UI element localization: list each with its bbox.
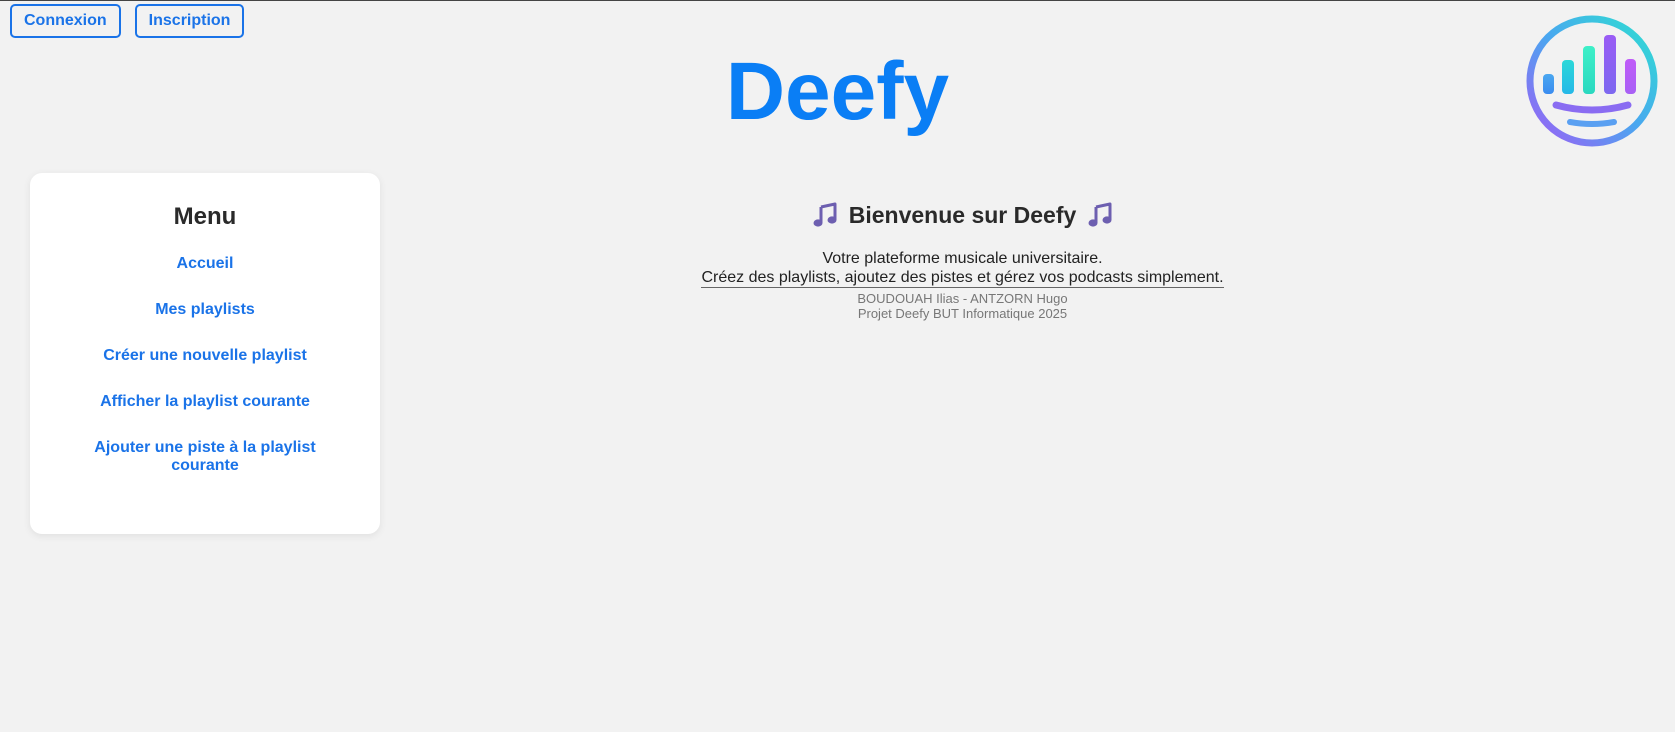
music-note-icon <box>1088 202 1112 227</box>
signup-button[interactable]: Inscription <box>134 4 245 38</box>
menu-link-accueil[interactable]: Accueil <box>177 255 234 272</box>
menu-link-creer-playlist[interactable]: Créer une nouvelle playlist <box>103 347 307 364</box>
menu-link-afficher-playlist[interactable]: Afficher la playlist courante <box>100 393 310 410</box>
credits-project: Projet Deefy BUT Informatique 2025 <box>857 306 1068 321</box>
tagline-line-1: Votre plateforme musicale universitaire. <box>822 250 1103 267</box>
welcome-heading: Bienvenue sur Deefy <box>400 201 1525 229</box>
tagline: Votre plateforme musicale universitaire.… <box>400 249 1525 288</box>
login-button[interactable]: Connexion <box>10 4 121 38</box>
music-note-icon <box>813 202 837 227</box>
credits-authors: BOUDOUAH Ilias - ANTZORN Hugo <box>857 291 1068 306</box>
welcome-heading-text: Bienvenue sur Deefy <box>848 201 1077 228</box>
menu-link-ajouter-piste[interactable]: Ajouter une piste à la playlist courante <box>94 439 315 474</box>
menu-item-afficher-playlist: Afficher la playlist courante <box>90 393 320 411</box>
main-content: Bienvenue sur Deefy Votre plateforme mus… <box>400 201 1525 321</box>
auth-bar: Connexion Inscription <box>10 4 245 38</box>
menu-link-mes-playlists[interactable]: Mes playlists <box>155 301 255 318</box>
menu-item-mes-playlists: Mes playlists <box>90 301 320 319</box>
credits: BOUDOUAH Ilias - ANTZORN Hugo Projet Dee… <box>400 291 1525 321</box>
menu-list: Accueil Mes playlists Créer une nouvelle… <box>30 255 380 475</box>
tagline-line-2: Créez des playlists, ajoutez des pistes … <box>701 269 1224 288</box>
menu-item-ajouter-piste: Ajouter une piste à la playlist courante <box>90 439 320 475</box>
menu-title: Menu <box>173 203 237 230</box>
site-title: Deefy <box>725 46 950 137</box>
sidebar-menu: Menu Accueil Mes playlists Créer une nou… <box>30 173 380 534</box>
menu-item-accueil: Accueil <box>90 255 320 273</box>
equalizer-logo-icon <box>1526 15 1658 147</box>
menu-item-creer-playlist: Créer une nouvelle playlist <box>90 347 320 365</box>
